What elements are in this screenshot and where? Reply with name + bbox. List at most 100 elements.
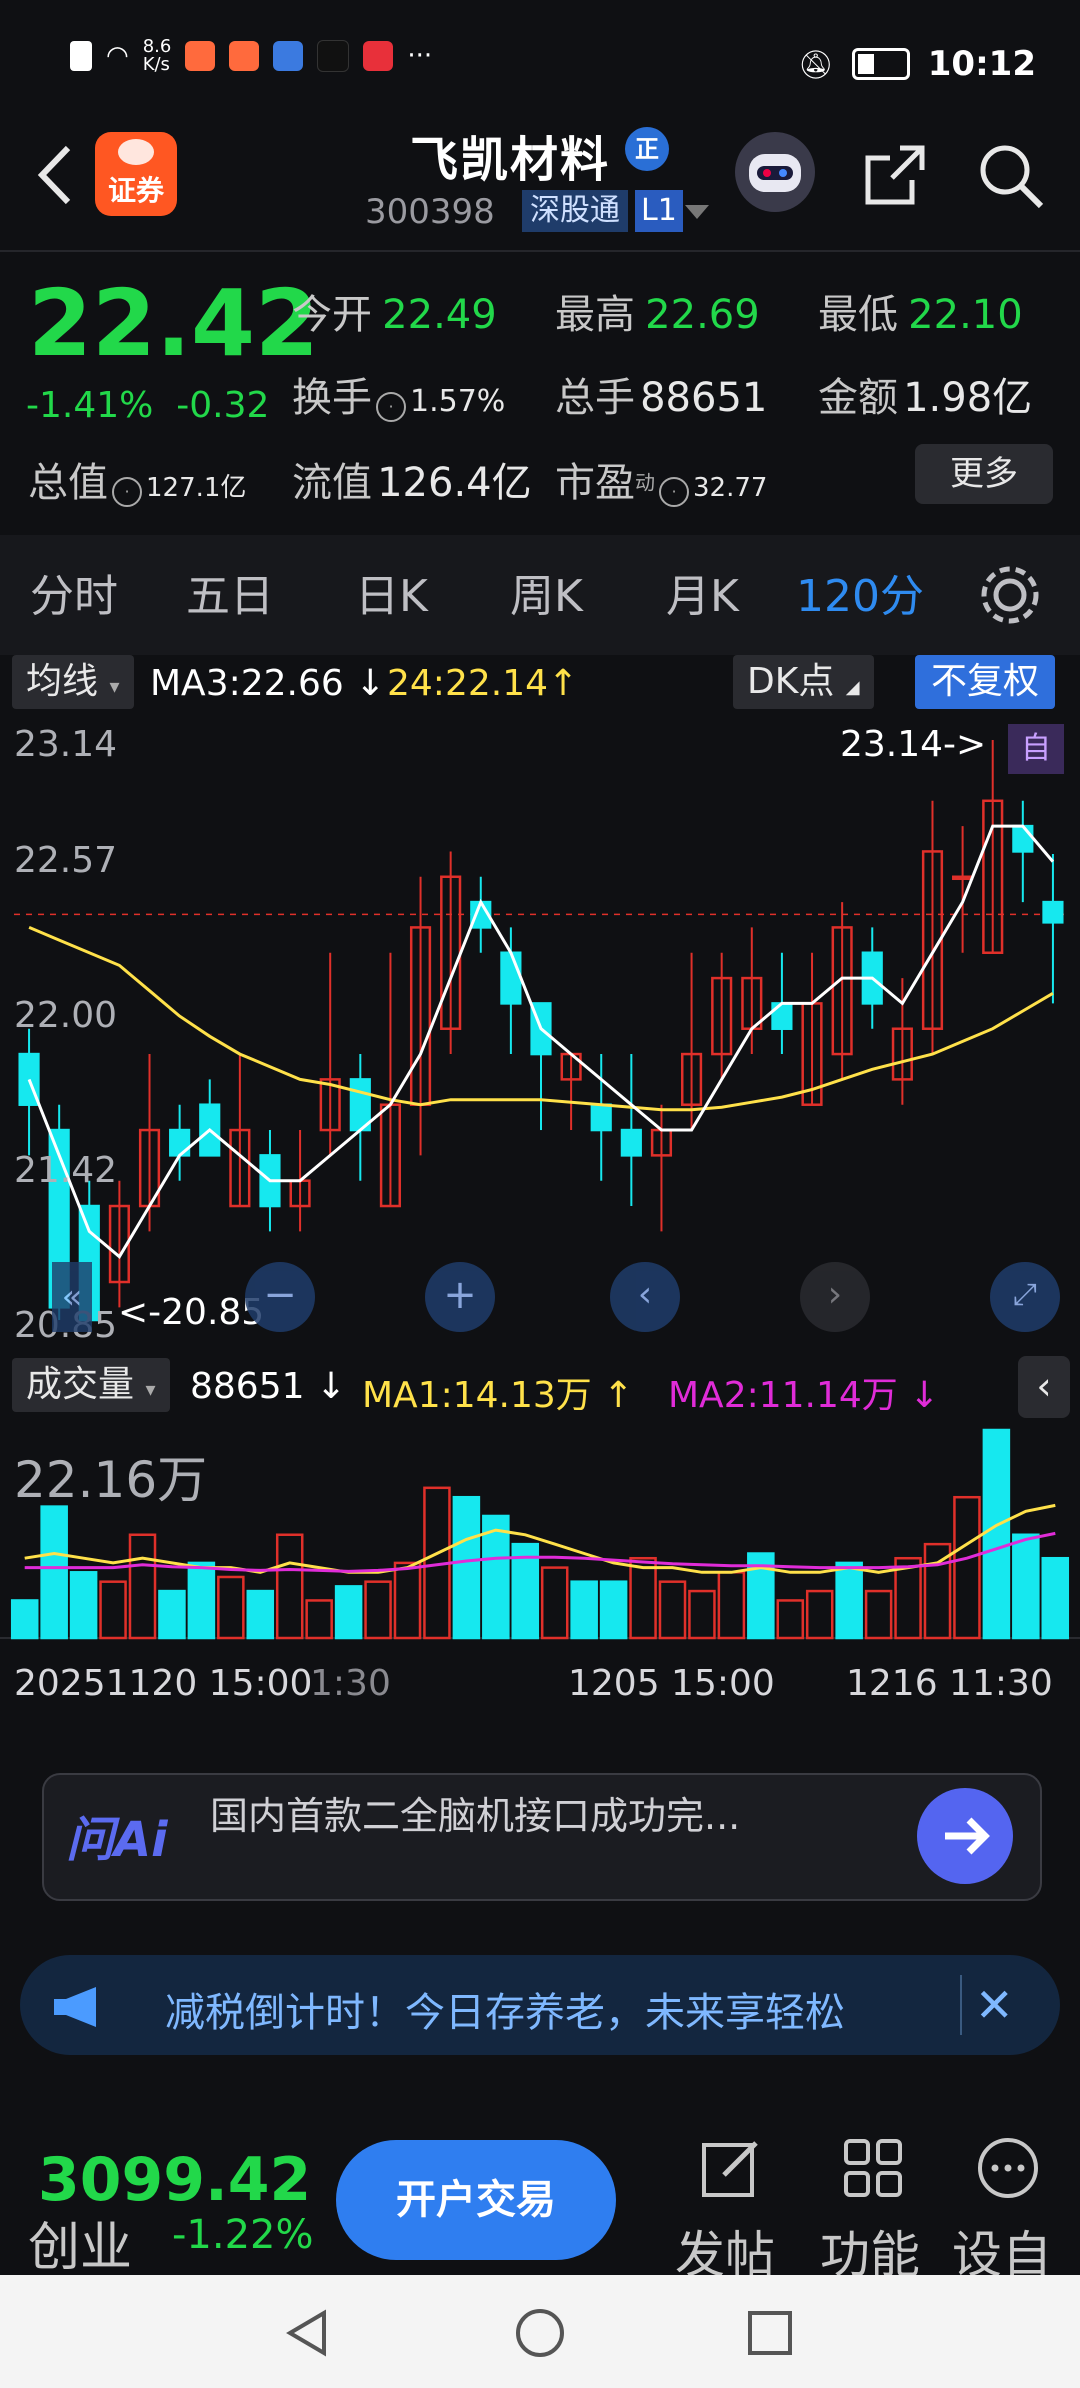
level-badge: L1 xyxy=(635,190,683,232)
change-pct: -1.41% xyxy=(26,385,154,426)
candlestick-chart[interactable] xyxy=(0,720,1080,1350)
vol-ma1-text: MA1:14.13万 xyxy=(362,1375,592,1416)
volume-bar xyxy=(835,1561,863,1640)
nav-recent-icon[interactable] xyxy=(742,2305,798,2365)
change-abs: -0.32 xyxy=(176,385,270,426)
status-left: ◠ 8.6 K/s ··· xyxy=(70,38,432,74)
volume-bar xyxy=(275,1533,304,1640)
back-button[interactable] xyxy=(30,140,80,210)
grid-functions-icon[interactable] xyxy=(840,2135,906,2205)
mktcap-value: 127.1亿 xyxy=(146,473,247,503)
info-icon[interactable]: · xyxy=(376,391,406,422)
tiktok-icon xyxy=(317,40,350,72)
collapse-panel-icon[interactable]: ‹ xyxy=(1018,1356,1070,1418)
app-icon-3 xyxy=(273,41,304,71)
change-text: -1.41% -0.32 xyxy=(26,385,269,426)
info-icon[interactable]: · xyxy=(112,476,142,507)
tab-weekly[interactable]: 周K xyxy=(510,560,583,624)
volume-max-label: 22.16万 xyxy=(14,1451,208,1509)
volume-bar xyxy=(629,1556,657,1640)
info-icon[interactable]: · xyxy=(659,476,689,507)
volume-bar xyxy=(982,1428,1011,1640)
arrow-right-icon[interactable] xyxy=(917,1788,1013,1884)
y-label-top: 23.14 xyxy=(14,724,118,765)
volume-bar xyxy=(953,1495,981,1640)
edit-post-icon[interactable] xyxy=(698,2135,764,2205)
volume-bar xyxy=(717,1571,746,1640)
vol-ma2-text: MA2:11.14万 xyxy=(668,1375,898,1416)
zoom-out-icon[interactable]: − xyxy=(245,1262,315,1332)
robot-assistant-icon[interactable] xyxy=(735,132,815,212)
tab-daily[interactable]: 日K xyxy=(355,560,428,624)
open-label: 今开 xyxy=(292,292,372,338)
volume-cell: 总手 88651 xyxy=(555,365,767,423)
volume-selector[interactable]: 成交量 ▾ xyxy=(12,1358,170,1412)
tab-120min[interactable]: 120分 xyxy=(796,560,924,624)
x-label-4: 1216 11:30 xyxy=(846,1663,1053,1704)
open-account-trade-button[interactable]: 开户交易 xyxy=(336,2140,616,2260)
volume-bar xyxy=(305,1599,333,1640)
more-button[interactable]: 更多 xyxy=(915,444,1053,504)
nav-home-icon[interactable] xyxy=(512,2305,568,2365)
volume-bar xyxy=(570,1580,598,1640)
float-label: 流值 xyxy=(292,460,372,506)
ma-selector[interactable]: 均线 ▾ xyxy=(12,655,134,709)
volume-selector-label: 成交量 xyxy=(26,1364,135,1405)
tab-5day[interactable]: 五日 xyxy=(186,560,274,624)
close-icon[interactable]: ✕ xyxy=(975,1978,1014,2032)
volume-bar xyxy=(217,1575,245,1640)
chevron-right-icon[interactable]: › xyxy=(800,1262,870,1332)
more-options-icon[interactable] xyxy=(975,2135,1041,2205)
volume-bar xyxy=(69,1571,98,1640)
fullscreen-icon[interactable]: ⤢ xyxy=(990,1262,1060,1332)
low-note: <-20.85 xyxy=(118,1292,265,1333)
wifi-icon: ◠ xyxy=(106,41,129,71)
y-label-3: 22.00 xyxy=(14,995,118,1036)
turnover-label: 换手 xyxy=(292,375,372,421)
zoom-in-icon[interactable]: + xyxy=(425,1262,495,1332)
pe-value: 32.77 xyxy=(693,473,768,503)
header-divider xyxy=(0,250,1080,252)
volume-bar xyxy=(864,1589,893,1640)
low-value: 22.10 xyxy=(908,292,1023,338)
volume-bar xyxy=(99,1580,127,1640)
search-icon[interactable] xyxy=(975,140,1047,212)
self-select-badge[interactable]: 自 xyxy=(1008,724,1064,774)
dk-point-selector[interactable]: DK点 ◢ xyxy=(733,655,874,709)
index-name[interactable]: 创业 xyxy=(28,2205,132,2280)
pe-sup: 动 xyxy=(635,470,655,495)
volume-bar xyxy=(246,1589,275,1640)
adjust-toggle[interactable]: 不复权 xyxy=(915,655,1056,709)
index-change: -1.22% xyxy=(172,2212,314,2258)
volume-bar xyxy=(364,1580,392,1640)
share-icon[interactable] xyxy=(860,140,930,210)
y-label-4: 21.42 xyxy=(14,1150,118,1191)
high-cell: 最高 22.69 xyxy=(555,282,760,340)
double-chevron-left-icon[interactable]: « xyxy=(52,1262,92,1332)
tab-intraday[interactable]: 分时 xyxy=(30,560,118,624)
y-label-2: 22.57 xyxy=(14,840,118,881)
gear-icon[interactable] xyxy=(975,560,1045,630)
brand-logo[interactable]: 证券 xyxy=(95,132,177,216)
notice-text[interactable]: 减税倒计时！今日存养老，未来享轻松 xyxy=(165,1980,845,2038)
turnover-value: 1.57% xyxy=(410,384,506,419)
candle-body xyxy=(590,1103,612,1132)
title-badge: 正 xyxy=(625,127,669,171)
high-label: 最高 xyxy=(555,292,635,338)
net-speed: 8.6 K/s xyxy=(142,36,172,75)
turnover-cell: 换手 · 1.57% xyxy=(292,365,505,423)
volume-bar xyxy=(776,1599,805,1640)
ai-prompt-text[interactable]: 国内首款二全脑机接口成功完... xyxy=(210,1785,740,1840)
pe-label: 市盈 xyxy=(555,460,635,506)
volume-label: 总手 xyxy=(555,375,635,421)
app-icon-1 xyxy=(185,41,216,71)
chevron-left-icon[interactable]: ‹ xyxy=(610,1262,680,1332)
dropdown-triangle-icon[interactable] xyxy=(685,205,709,219)
volume-bar xyxy=(658,1580,687,1640)
tab-monthly[interactable]: 月K xyxy=(666,560,739,624)
dk-label: DK点 xyxy=(747,661,835,702)
low-cell: 最低 22.10 xyxy=(818,282,1023,340)
volume-bar xyxy=(1041,1556,1070,1640)
amount-value: 1.98亿 xyxy=(903,375,1033,421)
nav-back-icon[interactable] xyxy=(280,2305,336,2365)
